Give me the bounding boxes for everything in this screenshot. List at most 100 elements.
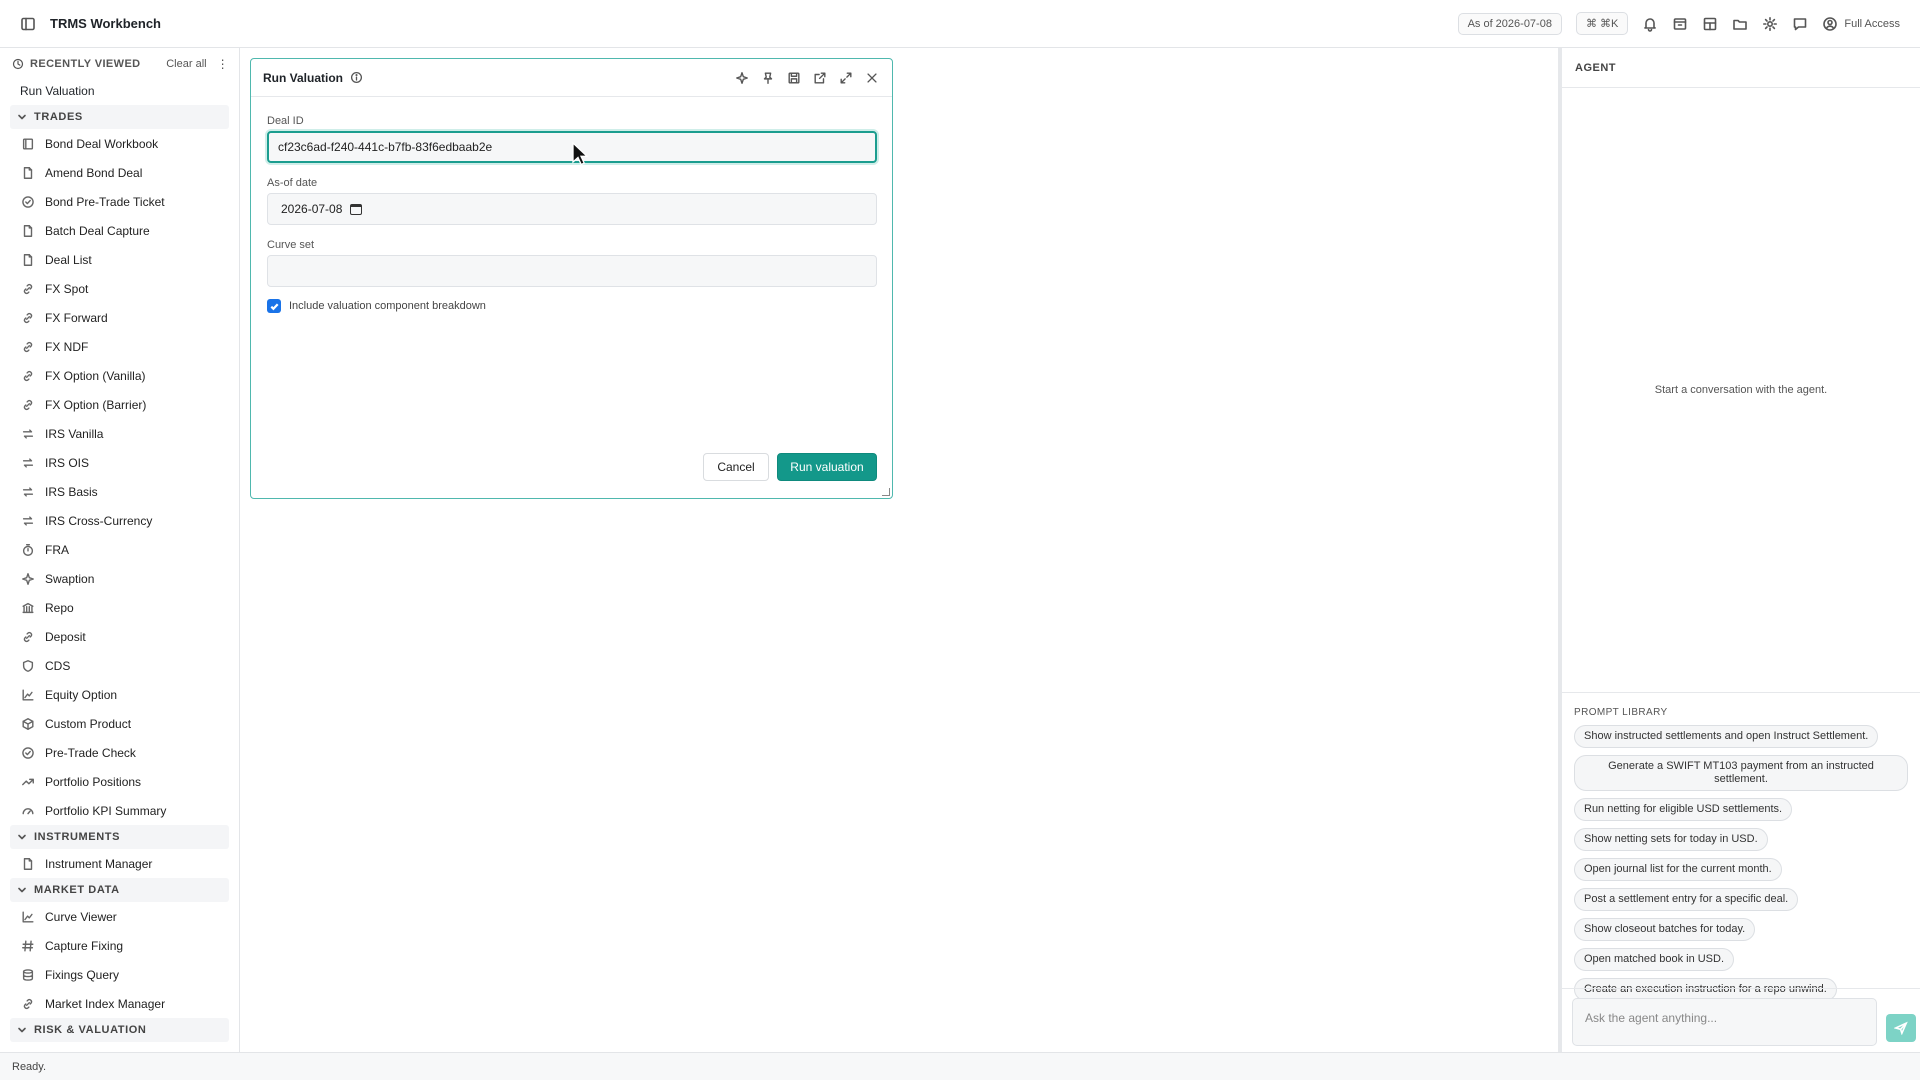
prompt-chip[interactable]: Show instructed settlements and open Ins… <box>1574 725 1879 748</box>
sidebar-item-label: Swaption <box>45 571 95 586</box>
sidebar-item-curve-viewer[interactable]: Curve Viewer <box>0 902 239 931</box>
line-chart-icon <box>20 687 36 703</box>
external-link-icon[interactable] <box>812 70 828 86</box>
line-chart-icon <box>20 909 36 925</box>
sidebar-item-fx-option-vanilla[interactable]: FX Option (Vanilla) <box>0 361 239 390</box>
sidebar-item-fx-ndf[interactable]: FX NDF <box>0 332 239 361</box>
more-vertical-icon[interactable]: ⋮ <box>217 57 229 71</box>
folder-icon[interactable] <box>1732 16 1748 32</box>
document-edit-icon <box>20 165 36 181</box>
component-breakdown-checkbox-row[interactable]: Include valuation component breakdown <box>267 299 486 313</box>
section-market-data[interactable]: MARKET DATA <box>10 878 229 902</box>
resize-handle[interactable] <box>882 488 890 496</box>
expand-icon[interactable] <box>838 70 854 86</box>
as-of-date-input[interactable]: 2026-07-08 <box>267 193 877 225</box>
sidebar-item-cds[interactable]: CDS <box>0 651 239 680</box>
sidebar-item-fx-option-barrier[interactable]: FX Option (Barrier) <box>0 390 239 419</box>
layout-icon[interactable] <box>1702 16 1718 32</box>
as-of-date-label: As-of date <box>267 177 318 189</box>
sidebar-item-irs-ois[interactable]: IRS OIS <box>0 448 239 477</box>
sidebar-item-pre-trade-check[interactable]: Pre-Trade Check <box>0 738 239 767</box>
as-of-date-badge[interactable]: As of 2026-07-08 <box>1457 12 1562 35</box>
sidebar-item-custom-product[interactable]: Custom Product <box>0 709 239 738</box>
prompt-chip[interactable]: Post a settlement entry for a specific d… <box>1574 888 1799 911</box>
save-icon[interactable] <box>786 70 802 86</box>
sidebar-item-label: IRS Cross-Currency <box>45 513 153 528</box>
component-breakdown-checkbox[interactable] <box>267 299 281 313</box>
prompt-chip[interactable]: Open journal list for the current month. <box>1574 858 1782 881</box>
recent-item-run-valuation[interactable]: Run Valuation <box>0 76 239 105</box>
sidebar-item-market-index-manager[interactable]: Market Index Manager <box>0 989 239 1018</box>
sidebar-toggle-icon[interactable] <box>20 16 36 32</box>
section-trades[interactable]: TRADES <box>10 105 229 129</box>
sidebar-item-fixings-query[interactable]: Fixings Query <box>0 960 239 989</box>
top-bar: TRMS Workbench As of 2026-07-08 ⌘ ⌘K Ful… <box>0 0 1920 48</box>
sidebar: RECENTLY VIEWED Clear all ⋮ Run Valuatio… <box>0 48 240 1052</box>
section-risk-valuation[interactable]: RISK & VALUATION <box>10 1018 229 1042</box>
sidebar-item-irs-basis[interactable]: IRS Basis <box>0 477 239 506</box>
sidebar-item-equity-option[interactable]: Equity Option <box>0 680 239 709</box>
dialog-title: Run Valuation <box>263 70 344 85</box>
bell-icon[interactable] <box>1642 16 1658 32</box>
chevron-down-icon <box>16 831 28 843</box>
sidebar-item-deposit[interactable]: Deposit <box>0 622 239 651</box>
sidebar-item-label: FRA <box>45 542 69 557</box>
access-label: Full Access <box>1844 17 1900 30</box>
prompt-chip[interactable]: Run netting for eligible USD settlements… <box>1574 798 1793 821</box>
calendar-icon[interactable] <box>350 203 363 215</box>
sidebar-item-label: Bond Pre-Trade Ticket <box>45 194 165 209</box>
link-icon <box>20 996 36 1012</box>
sidebar-item-repo[interactable]: Repo <box>0 593 239 622</box>
document-icon <box>20 856 36 872</box>
prompt-chip[interactable]: Show netting sets for today in USD. <box>1574 828 1768 851</box>
trend-up-icon <box>20 774 36 790</box>
prompt-chip[interactable]: Open matched book in USD. <box>1574 948 1735 971</box>
sidebar-item-instrument-manager[interactable]: Instrument Manager <box>0 849 239 878</box>
curve-set-input[interactable] <box>267 255 877 287</box>
gear-icon[interactable] <box>1762 16 1778 32</box>
clear-all-button[interactable]: Clear all <box>166 58 206 70</box>
sidebar-item-capture-fixing[interactable]: Capture Fixing <box>0 931 239 960</box>
prompt-chip[interactable]: Generate a SWIFT MT103 payment from an i… <box>1574 755 1908 791</box>
swap-arrows-icon <box>20 513 36 529</box>
database-icon <box>20 967 36 983</box>
section-label: INSTRUMENTS <box>34 831 121 843</box>
command-palette-shortcut[interactable]: ⌘ ⌘K <box>1575 12 1629 35</box>
info-icon[interactable] <box>349 71 363 85</box>
sidebar-item-bond-pre-trade-ticket[interactable]: Bond Pre-Trade Ticket <box>0 187 239 216</box>
prompt-chip[interactable]: Show closeout batches for today. <box>1574 918 1756 941</box>
sidebar-item-portfolio-positions[interactable]: Portfolio Positions <box>0 767 239 796</box>
cancel-button[interactable]: Cancel <box>703 453 769 481</box>
access-level[interactable]: Full Access <box>1822 16 1900 32</box>
chevron-down-icon <box>16 884 28 896</box>
section-label: MARKET DATA <box>34 884 120 896</box>
send-icon[interactable] <box>1886 1014 1916 1042</box>
sidebar-item-fra[interactable]: FRA <box>0 535 239 564</box>
sidebar-item-portfolio-kpi-summary[interactable]: Portfolio KPI Summary <box>0 796 239 825</box>
prompt-library: PROMPT LIBRARY Show instructed settlemen… <box>1562 692 1920 1008</box>
swap-arrows-icon <box>20 455 36 471</box>
close-icon[interactable] <box>864 70 880 86</box>
sidebar-item-swaption[interactable]: Swaption <box>0 564 239 593</box>
sidebar-item-fx-spot[interactable]: FX Spot <box>0 274 239 303</box>
sidebar-item-label: Batch Deal Capture <box>45 223 150 238</box>
sidebar-item-bond-deal-workbook[interactable]: Bond Deal Workbook <box>0 129 239 158</box>
sidebar-item-label: Deposit <box>45 629 86 644</box>
sidebar-item-irs-vanilla[interactable]: IRS Vanilla <box>0 419 239 448</box>
chat-icon[interactable] <box>1792 16 1808 32</box>
sparkle-icon[interactable] <box>734 70 750 86</box>
recently-viewed-label: RECENTLY VIEWED <box>30 58 141 70</box>
sidebar-item-amend-bond-deal[interactable]: Amend Bond Deal <box>0 158 239 187</box>
sidebar-item-label: FX Option (Barrier) <box>45 397 147 412</box>
agent-message-input[interactable]: Ask the agent anything... <box>1572 998 1877 1046</box>
pin-icon[interactable] <box>760 70 776 86</box>
sidebar-item-irs-cross-currency[interactable]: IRS Cross-Currency <box>0 506 239 535</box>
as-of-date-value: 2026-07-08 <box>281 202 343 216</box>
sidebar-item-fx-forward[interactable]: FX Forward <box>0 303 239 332</box>
sidebar-item-batch-deal-capture[interactable]: Batch Deal Capture <box>0 216 239 245</box>
run-valuation-button[interactable]: Run valuation <box>777 453 877 481</box>
curve-set-label: Curve set <box>267 239 315 251</box>
sidebar-item-deal-list[interactable]: Deal List <box>0 245 239 274</box>
section-instruments[interactable]: INSTRUMENTS <box>10 825 229 849</box>
archive-icon[interactable] <box>1672 16 1688 32</box>
